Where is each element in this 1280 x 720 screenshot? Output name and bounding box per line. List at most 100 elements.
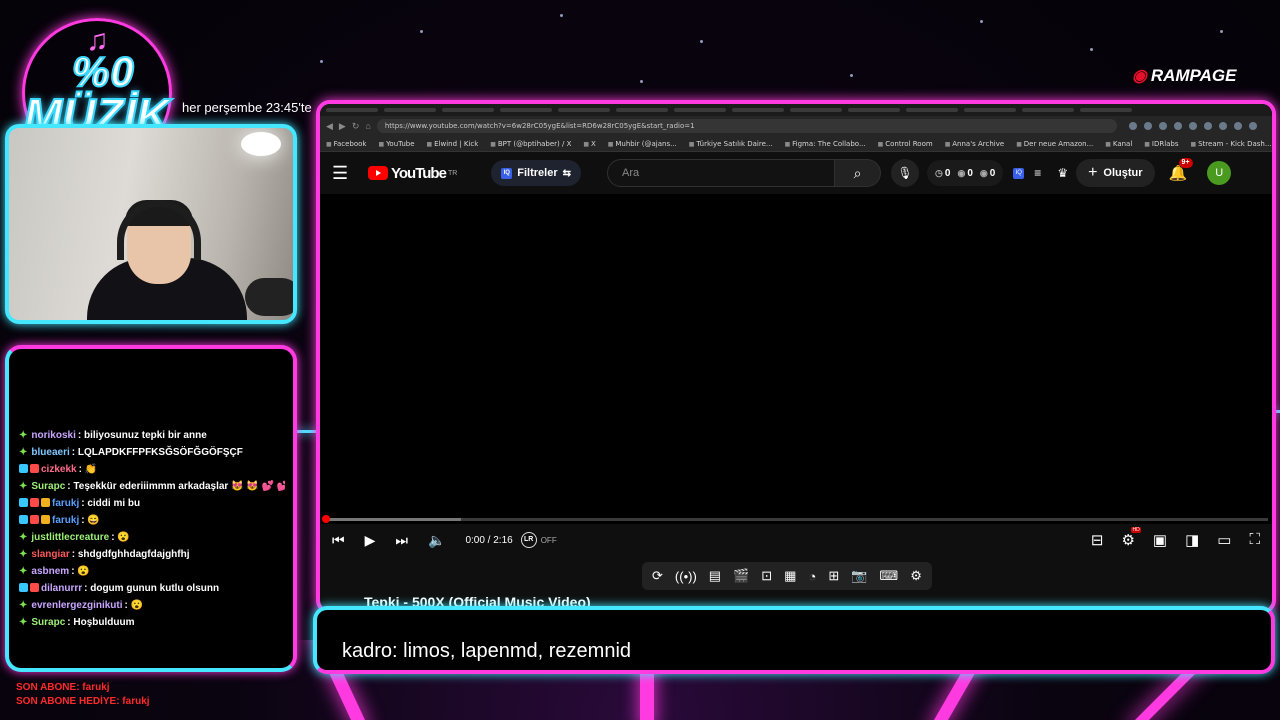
home-icon[interactable]: ⌂: [365, 121, 370, 131]
address-bar-row: ◀ ▶ ↻ ⌂ https://www.youtube.com/watch?v=…: [320, 116, 1272, 136]
extension-icons[interactable]: [1128, 122, 1257, 130]
last-gift-subscriber: SON ABONE HEDİYE: farukj: [16, 696, 150, 707]
theater-mode-icon[interactable]: ◨: [1185, 531, 1199, 549]
tab-strip[interactable]: [320, 104, 1272, 116]
iq-icon[interactable]: IQ: [1013, 167, 1025, 179]
crop-icon[interactable]: ⊡: [761, 568, 772, 584]
caption-bar: kadro: limos, lapenmd, rezemnid: [313, 606, 1275, 674]
bookmark-item[interactable]: Facebook: [326, 140, 367, 148]
bookmark-item[interactable]: Anna's Archive: [945, 140, 1004, 148]
filters-button[interactable]: IQ Filtreler ⇆: [491, 160, 582, 186]
progress-bar[interactable]: [322, 515, 1268, 523]
player-controls: ⏮ ▶ ⏭ 🔈 0:00 / 2:16 LR OFF ⊟ ⚙ HD ▣ ◨ ▭ ⛶: [320, 526, 1272, 554]
chat-message: ✦ Surapc: Teşekkür ederiiimmm arkadaşlar …: [19, 478, 285, 495]
chat-username[interactable]: farukj: [52, 515, 79, 526]
loop-icon[interactable]: ⟳: [652, 568, 663, 584]
bookmark-item[interactable]: Stream - Kick Dash...: [1191, 140, 1271, 148]
keyboard-icon[interactable]: ⌨: [879, 568, 898, 584]
subtitles-icon[interactable]: ⊟: [1091, 531, 1104, 549]
chat-text: : ciddi mi bu: [81, 498, 141, 509]
youtube-play-icon: [368, 166, 388, 180]
bookmark-item[interactable]: BPT (@bptihaber) / X: [490, 140, 572, 148]
bookmark-item[interactable]: X: [583, 140, 596, 148]
microphone-icon: 🎙: [897, 166, 913, 180]
lr-toggle[interactable]: LR: [520, 532, 537, 548]
chat-text: : shdgdfghhdagfdajghfhj: [71, 549, 190, 560]
voice-search-button[interactable]: 🎙: [891, 159, 920, 187]
next-icon[interactable]: ⏭: [395, 532, 408, 549]
chat-username[interactable]: norikoski: [31, 430, 75, 441]
bookmark-item[interactable]: Türkiye Satılık Daire...: [689, 140, 772, 148]
play-icon[interactable]: ▶: [365, 532, 376, 549]
rampage-icon: ◉: [1132, 66, 1147, 85]
chat-text: : LQLAPDKFFPFKSĞSÖFĞGÖFŞÇF: [71, 447, 243, 458]
url-field[interactable]: https://www.youtube.com/watch?v=6w28rC05…: [376, 119, 1117, 133]
miniplayer-icon[interactable]: ▣: [1153, 531, 1167, 549]
chat-message: ✦ blueaeri: LQLAPDKFFPFKSĞSÖFĞGÖFŞÇF: [19, 444, 285, 461]
sponsor-logo: ◉ RAMPAGE: [1132, 66, 1237, 85]
chat-text: : 😮: [71, 566, 90, 577]
create-button[interactable]: + Oluştur: [1076, 159, 1155, 187]
list-icon[interactable]: ≡: [1034, 166, 1041, 180]
time-display: 0:00 / 2:16: [465, 534, 513, 546]
bookmark-item[interactable]: Figma: The Collabo...: [785, 140, 865, 148]
clock-icon: ◷: [935, 167, 943, 178]
settings-icon[interactable]: ⚙ HD: [1121, 527, 1141, 549]
notifications-button[interactable]: 🔔 9+: [1169, 158, 1193, 182]
volume-icon[interactable]: 🔈: [428, 532, 445, 549]
screenshot-icon[interactable]: 📷: [851, 568, 867, 584]
broadcast-icon[interactable]: ((•)): [675, 569, 697, 584]
chat-message: ✦ slangiar: shdgdfghhdagfdajghfhj: [19, 546, 285, 563]
search-button[interactable]: ⌕: [835, 159, 882, 187]
chat-username[interactable]: slangiar: [31, 549, 69, 560]
forward-icon[interactable]: ▶: [339, 121, 346, 132]
eye-icon: ◉: [957, 167, 966, 178]
bookmark-item[interactable]: Muhbir (@ajans...: [608, 140, 676, 148]
bookmark-item[interactable]: Kanal: [1105, 140, 1132, 148]
wide-mode-icon[interactable]: ▭: [1217, 531, 1231, 549]
chat-text: : 😮: [124, 600, 144, 611]
hamburger-menu-icon[interactable]: ☰: [332, 163, 358, 184]
webcam-feed: [5, 124, 297, 324]
chat-username[interactable]: evrenlergezginikuti: [31, 600, 122, 611]
bookmark-item[interactable]: YouTube: [378, 140, 414, 148]
avatar[interactable]: U: [1207, 161, 1232, 185]
bookmark-item[interactable]: Control Room: [878, 140, 932, 148]
chat-username[interactable]: farukj: [52, 498, 79, 509]
last-subscriber: SON ABONE: farukj: [16, 682, 110, 693]
trophy-icon[interactable]: ♛: [1057, 166, 1068, 180]
reload-icon[interactable]: ↻: [352, 121, 360, 132]
back-icon[interactable]: ◀: [326, 121, 333, 132]
video-player[interactable]: [320, 194, 1272, 524]
chat-username[interactable]: Surapc: [31, 617, 65, 628]
search-input[interactable]: Ara: [607, 159, 836, 187]
speed-icon[interactable]: ◔: [808, 569, 816, 584]
cinema-icon[interactable]: ▦: [784, 568, 796, 584]
chat-username[interactable]: asbnem: [31, 566, 69, 577]
fullscreen-icon[interactable]: ⛶: [1249, 531, 1260, 549]
lr-state: OFF: [540, 535, 557, 545]
buffered-bar: [324, 518, 461, 521]
bookmark-item[interactable]: Der neue Amazon...: [1016, 140, 1093, 148]
youtube-header: ☰ YouTube TR IQ Filtreler ⇆ Ara ⌕ 🎙 ◷ 0 ◉ 0…: [320, 152, 1272, 194]
chat-username[interactable]: Surapc: [31, 481, 65, 492]
clapper-icon[interactable]: 🎬: [733, 568, 749, 584]
chat-badge-icon: [19, 498, 28, 507]
gear-icon[interactable]: ⚙: [910, 568, 922, 584]
extension-stats[interactable]: ◷ 0 ◉ 0 ◉ 0: [927, 160, 1004, 186]
chat-username[interactable]: justlittlecreature: [31, 532, 109, 543]
chat-badge-icon: [19, 583, 28, 592]
chat-badge-icon: [30, 515, 39, 524]
youtube-logo[interactable]: YouTube TR: [368, 165, 457, 182]
bookmark-item[interactable]: Elwind | Kick: [427, 140, 478, 148]
chat-badge-icon: [30, 464, 39, 473]
sliders-icon: ⇆: [562, 167, 572, 179]
scrubber-handle[interactable]: [322, 515, 330, 523]
previous-icon[interactable]: ⏮: [332, 532, 345, 549]
chat-username[interactable]: blueaeri: [31, 447, 69, 458]
bookmark-item[interactable]: IDRlabs: [1144, 140, 1179, 148]
chat-username[interactable]: cizkekk: [41, 464, 77, 475]
chat-username[interactable]: dilanurrr: [41, 583, 82, 594]
watch-later-icon[interactable]: ▤: [709, 568, 721, 584]
add-icon[interactable]: ⊞: [828, 568, 839, 584]
